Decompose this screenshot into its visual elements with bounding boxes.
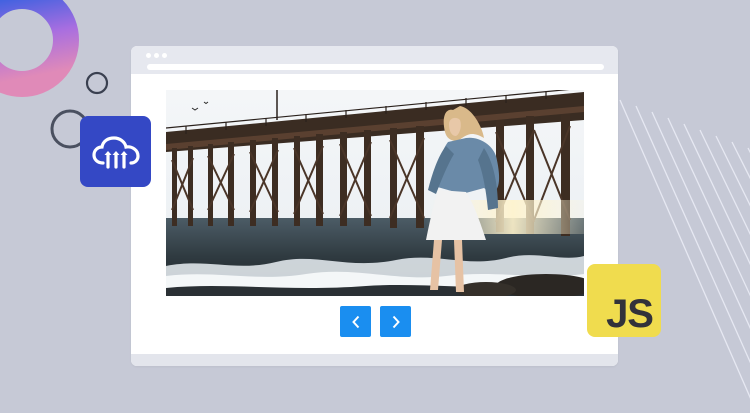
- javascript-logo-tile: JS: [587, 264, 661, 337]
- window-dot: [162, 53, 167, 58]
- browser-bottom-bar: [131, 354, 618, 366]
- javascript-logo-text: JS: [606, 292, 654, 336]
- carousel-next-button[interactable]: [380, 306, 411, 337]
- window-dot: [154, 53, 159, 58]
- diagonal-line: [731, 141, 750, 180]
- diagonal-line: [715, 135, 750, 207]
- diagonal-line: [619, 99, 750, 399]
- cloudinary-cloud-icon: [91, 135, 140, 169]
- browser-title-bar: [131, 46, 618, 74]
- carousel-prev-button[interactable]: [340, 306, 371, 337]
- gradient-ring-decoration: [0, 0, 79, 97]
- small-circle-outline-decoration: [85, 71, 109, 95]
- chevron-right-icon: [392, 315, 400, 328]
- address-bar[interactable]: [147, 64, 604, 70]
- cloudinary-logo-tile: [80, 116, 151, 187]
- window-dot: [146, 53, 151, 58]
- chevron-left-icon: [351, 315, 359, 328]
- carousel-image: [166, 90, 584, 296]
